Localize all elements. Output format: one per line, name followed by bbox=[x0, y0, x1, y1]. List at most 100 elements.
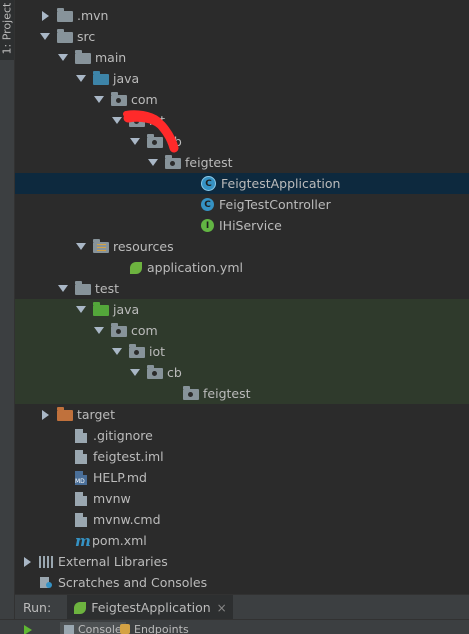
package-icon bbox=[111, 95, 127, 106]
tree-item-label: iot bbox=[149, 113, 165, 128]
project-tool-tab-label: 1: Project bbox=[1, 0, 14, 55]
project-tool-tab[interactable]: 1: Project bbox=[0, 0, 14, 60]
class-icon: C bbox=[201, 198, 214, 211]
tree-item[interactable]: java bbox=[15, 68, 469, 89]
chevron-down-icon[interactable] bbox=[75, 73, 87, 85]
run-toolbar: Run: FeigtestApplication × bbox=[15, 594, 469, 620]
tree-item[interactable]: feigtest bbox=[15, 152, 469, 173]
chevron-down-icon[interactable] bbox=[57, 52, 69, 64]
tree-item-label: com bbox=[131, 92, 158, 107]
interface-icon: I bbox=[201, 219, 214, 232]
tab-endpoints[interactable]: Endpoints bbox=[120, 622, 189, 634]
spring-config-icon bbox=[129, 261, 143, 275]
tree-item[interactable]: iot bbox=[15, 110, 469, 131]
tree-item-label: main bbox=[95, 50, 126, 65]
tree-item[interactable]: I IHiService bbox=[15, 215, 469, 236]
tree-item[interactable]: com bbox=[15, 320, 469, 341]
tree-item-label: mvnw bbox=[93, 491, 131, 506]
tree-item[interactable]: C FeigtestApplication bbox=[15, 173, 469, 194]
run-tab-feigtest-application[interactable]: FeigtestApplication × bbox=[67, 595, 233, 620]
tree-item[interactable]: mvnw bbox=[15, 488, 469, 509]
package-icon bbox=[111, 326, 127, 337]
tree-item[interactable]: test bbox=[15, 278, 469, 299]
chevron-down-icon[interactable] bbox=[111, 115, 123, 127]
folder-icon bbox=[57, 32, 73, 43]
chevron-down-icon[interactable] bbox=[57, 283, 69, 295]
tab-console[interactable]: Console bbox=[60, 622, 126, 634]
tree-item-label: FeigtestApplication bbox=[221, 176, 340, 191]
tree-item[interactable]: mvnw.cmd bbox=[15, 509, 469, 530]
tree-item[interactable]: main bbox=[15, 47, 469, 68]
run-bottom-bar: Console Endpoints bbox=[0, 619, 469, 634]
tree-item-label: FeigTestController bbox=[219, 197, 331, 212]
tree-item[interactable]: com bbox=[15, 89, 469, 110]
tree-item[interactable]: feigtest bbox=[15, 383, 469, 404]
chevron-down-icon[interactable] bbox=[129, 367, 141, 379]
package-icon bbox=[147, 137, 163, 148]
chevron-down-icon[interactable] bbox=[93, 94, 105, 106]
tree-item-label: src bbox=[77, 29, 95, 44]
chevron-right-icon[interactable] bbox=[39, 10, 51, 22]
console-icon bbox=[64, 625, 74, 634]
markdown-file-icon: MD bbox=[75, 471, 87, 485]
tree-item-label: feigtest bbox=[203, 386, 251, 401]
source-folder-icon bbox=[93, 74, 109, 85]
side-tool-strip: 1: Project bbox=[0, 0, 15, 633]
tree-item[interactable]: src bbox=[15, 26, 469, 47]
tree-item[interactable]: .mvn bbox=[15, 5, 469, 26]
spring-boot-class-icon: C bbox=[201, 176, 216, 191]
tree-item[interactable]: External Libraries bbox=[15, 551, 469, 572]
tree-item-label: com bbox=[131, 323, 158, 338]
tree-item-label: application.yml bbox=[147, 260, 243, 275]
file-icon bbox=[75, 513, 87, 527]
tree-item-label: IHiService bbox=[219, 218, 282, 233]
tree-item-label: HELP.md bbox=[93, 470, 147, 485]
chevron-down-icon[interactable] bbox=[93, 325, 105, 337]
chevron-down-icon[interactable] bbox=[147, 157, 159, 169]
chevron-right-icon[interactable] bbox=[39, 409, 51, 421]
tree-item[interactable]: .gitignore bbox=[15, 425, 469, 446]
chevron-down-icon[interactable] bbox=[129, 136, 141, 148]
tree-item-label: .mvn bbox=[77, 8, 108, 23]
tree-item-label: feigtest.iml bbox=[93, 449, 164, 464]
chevron-down-icon[interactable] bbox=[39, 31, 51, 43]
tree-item[interactable]: java bbox=[15, 299, 469, 320]
scratches-icon bbox=[39, 576, 53, 590]
tree-item[interactable]: cb bbox=[15, 131, 469, 152]
chevron-down-icon[interactable] bbox=[111, 346, 123, 358]
tree-item[interactable]: application.yml bbox=[15, 257, 469, 278]
package-icon bbox=[183, 389, 199, 400]
chevron-down-icon[interactable] bbox=[75, 241, 87, 253]
close-icon[interactable]: × bbox=[217, 601, 227, 615]
tree-item[interactable]: Scratches and Consoles bbox=[15, 572, 469, 593]
tree-item[interactable]: C FeigTestController bbox=[15, 194, 469, 215]
tree-item-label: feigtest bbox=[185, 155, 233, 170]
file-icon bbox=[75, 429, 87, 443]
tree-item-label: cb bbox=[167, 365, 182, 380]
project-tree: .mvnsrcmainjavacomiotcbfeigtestCFeigtest… bbox=[15, 0, 469, 594]
tab-endpoints-label: Endpoints bbox=[134, 623, 189, 634]
tree-item[interactable]: feigtest.iml bbox=[15, 446, 469, 467]
chevron-right-icon[interactable] bbox=[21, 556, 33, 568]
package-icon bbox=[129, 347, 145, 358]
excluded-folder-icon bbox=[57, 410, 73, 421]
tab-console-label: Console bbox=[78, 623, 122, 634]
maven-icon: m bbox=[75, 532, 87, 550]
tree-item[interactable]: m pom.xml bbox=[15, 530, 469, 551]
tree-item[interactable]: target bbox=[15, 404, 469, 425]
tree-item-label: target bbox=[77, 407, 115, 422]
tree-item-label: iot bbox=[149, 344, 165, 359]
tree-item-label: cb bbox=[167, 134, 182, 149]
tree-item-label: test bbox=[95, 281, 119, 296]
tree-item-label: pom.xml bbox=[92, 533, 147, 548]
folder-icon bbox=[75, 284, 91, 295]
chevron-down-icon[interactable] bbox=[75, 304, 87, 316]
tree-item[interactable]: resources bbox=[15, 236, 469, 257]
folder-icon bbox=[57, 11, 73, 22]
tree-item[interactable]: MD HELP.md bbox=[15, 467, 469, 488]
resources-folder-icon bbox=[93, 242, 109, 253]
tree-item[interactable]: iot bbox=[15, 341, 469, 362]
test-source-folder-icon bbox=[93, 305, 109, 316]
file-icon bbox=[75, 450, 87, 464]
tree-item[interactable]: cb bbox=[15, 362, 469, 383]
